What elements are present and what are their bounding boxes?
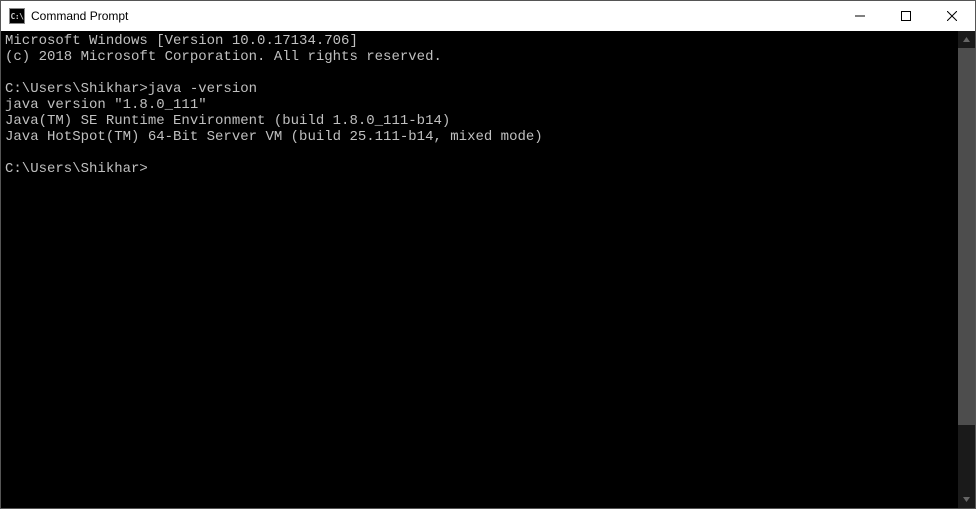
titlebar-left: C:\ Command Prompt	[1, 8, 128, 24]
terminal-prompt-line[interactable]: C:\Users\Shikhar>	[5, 161, 958, 177]
terminal-line	[5, 145, 958, 161]
chevron-down-icon	[962, 495, 971, 504]
terminal-line	[5, 65, 958, 81]
close-button[interactable]	[929, 1, 975, 31]
maximize-icon	[901, 11, 911, 21]
terminal-line: Microsoft Windows [Version 10.0.17134.70…	[5, 33, 958, 49]
scroll-track[interactable]	[958, 48, 975, 491]
terminal-output[interactable]: Microsoft Windows [Version 10.0.17134.70…	[1, 31, 958, 508]
command-prompt-icon: C:\	[9, 8, 25, 24]
chevron-up-icon	[962, 35, 971, 44]
scroll-thumb[interactable]	[958, 48, 975, 425]
scroll-down-button[interactable]	[958, 491, 975, 508]
terminal-line: C:\Users\Shikhar>java -version	[5, 81, 958, 97]
close-icon	[947, 11, 957, 21]
minimize-button[interactable]	[837, 1, 883, 31]
terminal-line: Java(TM) SE Runtime Environment (build 1…	[5, 113, 958, 129]
terminal-line: java version "1.8.0_111"	[5, 97, 958, 113]
window-title: Command Prompt	[31, 9, 128, 23]
terminal-prompt: C:\Users\Shikhar>	[5, 161, 148, 177]
terminal-container: Microsoft Windows [Version 10.0.17134.70…	[1, 31, 975, 508]
minimize-icon	[855, 11, 865, 21]
terminal-line: (c) 2018 Microsoft Corporation. All righ…	[5, 49, 958, 65]
titlebar: C:\ Command Prompt	[1, 1, 975, 31]
maximize-button[interactable]	[883, 1, 929, 31]
scroll-up-button[interactable]	[958, 31, 975, 48]
window-controls	[837, 1, 975, 31]
vertical-scrollbar[interactable]	[958, 31, 975, 508]
terminal-line: Java HotSpot(TM) 64-Bit Server VM (build…	[5, 129, 958, 145]
